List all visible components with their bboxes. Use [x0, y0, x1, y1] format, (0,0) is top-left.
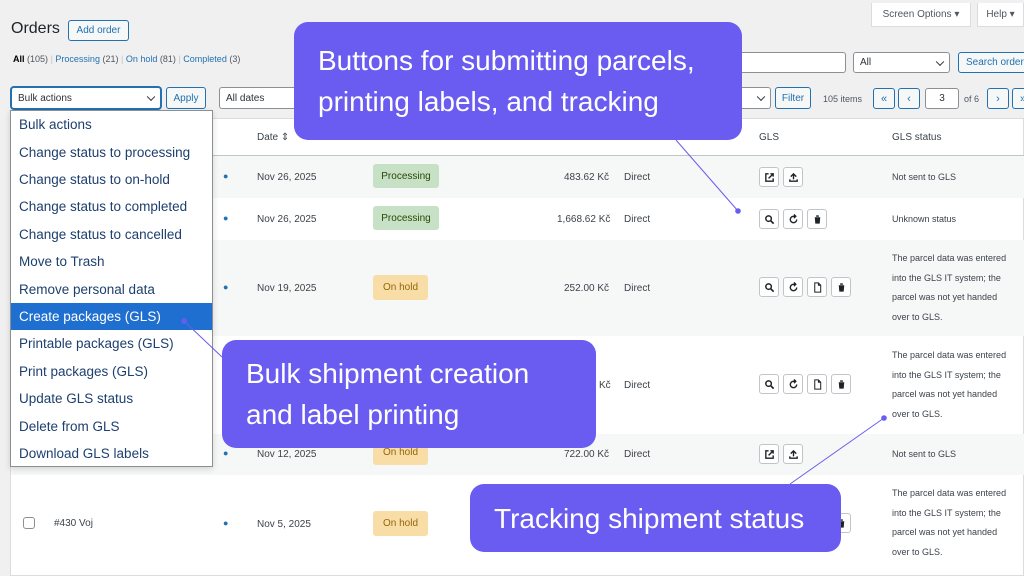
- callout-gls-buttons: Buttons for submitting parcels, printing…: [294, 22, 742, 140]
- callout-tracking: Tracking shipment status: [470, 484, 841, 552]
- callout-text: Buttons for submitting parcels,: [318, 45, 695, 76]
- callout-text: Bulk shipment creation: [246, 358, 530, 389]
- callout-text: printing labels, and tracking: [318, 86, 659, 117]
- callout-bulk-shipment: Bulk shipment creation and label printin…: [222, 340, 596, 448]
- callout-text: Tracking shipment status: [494, 502, 805, 534]
- callout-text: and label printing: [246, 399, 460, 430]
